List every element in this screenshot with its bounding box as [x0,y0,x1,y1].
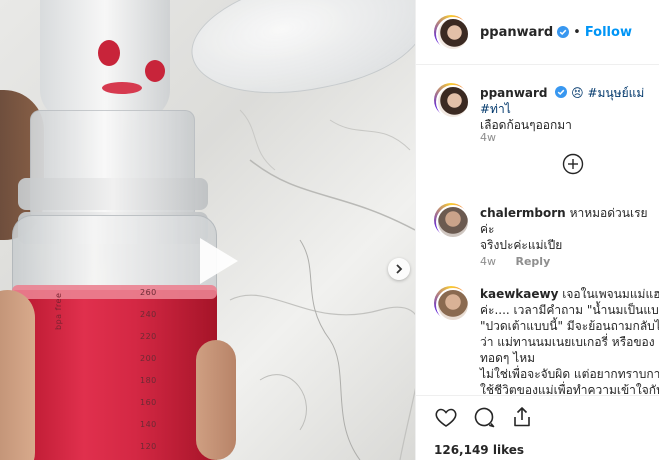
caption-username[interactable]: ppanward [480,86,548,100]
avatar[interactable] [434,15,470,51]
follow-button[interactable]: Follow [585,25,632,40]
verified-badge-icon [555,86,568,98]
likes-label: likes [492,443,525,457]
avatar[interactable] [434,286,470,322]
comment-text-line: ว่า แม่ทานนมเนยเบเกอรี่ หรือของ [480,335,655,349]
comment-text-line: ค่ะ.... เวลามีคำถาม "น้ำนมเป็นแบบนี้ [480,303,659,317]
comment-meta: 4w Reply [480,255,550,268]
left-hand [0,290,35,460]
avatar[interactable] [434,203,470,239]
pump-neck [40,0,170,120]
red-milk [12,290,217,460]
separator-dot: • [573,24,581,40]
comment-time: 4w [480,255,496,268]
comments-list: ppanward 😣 #มนุษย์แม่ #ท่าไ เลือดก้อนๆออ… [416,65,659,405]
load-more-comments-icon[interactable] [562,153,584,175]
post-header: ppanward • Follow [416,0,659,65]
comment-text: เจอในเพจนมแม่แฮปปี้ [562,287,659,301]
comment-text-line: ทอดๆ ไหม [480,351,536,365]
avatar[interactable] [434,83,470,119]
right-hand [196,340,236,460]
comment-text-line: "ปวดเต้าแบบนี้" มีจะย้อนถามกลับไ [480,319,659,333]
scale-label: 160 [140,398,157,407]
heart-icon[interactable] [434,405,458,429]
scale-label: 180 [140,376,157,385]
caption-body: ppanward 😣 #มนุษย์แม่ #ท่าไ เลือดก้อนๆออ… [480,85,659,133]
collar-ridge [18,178,208,210]
actions-divider [416,395,659,396]
header-username[interactable]: ppanward [480,25,553,40]
likes-number: 126,149 [434,443,489,457]
play-icon[interactable] [198,236,240,286]
post-media[interactable]: 260 240 220 200 180 160 140 120 bpa free [0,0,415,460]
post-sidebar: ppanward • Follow ppanward 😣 #มนุษย์แม่ … [415,0,659,460]
scale-label: 260 [140,288,157,297]
scale-label: 140 [140,420,157,429]
next-image-button[interactable] [388,258,410,280]
scale-label: 120 [140,442,157,451]
caption-time: 4w [480,131,496,144]
comment-text-line2: จริงปะค่ะแม่เปีย [480,238,563,252]
reply-button[interactable]: Reply [516,255,551,268]
post-actions [434,405,534,429]
comment-body: kaewkaewy เจอในเพจนมแม่แฮปปี้ ค่ะ.... เว… [480,286,659,398]
comment-username[interactable]: kaewkaewy [480,287,558,301]
blood-clot [145,60,165,82]
blood-clot [102,82,142,94]
comment-body: chalermborn หาหมอด่วนเรยค่ะ จริงปะค่ะแม่… [480,205,659,253]
comment-text-line: ไม่ใช่เพื่อจะจับผิด แต่อยากทราบกา [480,367,659,381]
bottle-brand: bpa free [54,292,63,330]
likes-count[interactable]: 126,149 likes [434,443,524,457]
scale-label: 220 [140,332,157,341]
blood-clot [98,40,120,66]
chevron-right-icon [396,264,403,274]
comment-icon[interactable] [472,405,496,429]
scale-label: 240 [140,310,157,319]
verified-badge-icon [557,26,570,38]
milk-foam [12,285,217,299]
comment-username[interactable]: chalermborn [480,206,566,220]
share-icon[interactable] [510,405,534,429]
caption-text-line2: เลือดก้อนๆออกมา [480,118,572,132]
scale-label: 200 [140,354,157,363]
